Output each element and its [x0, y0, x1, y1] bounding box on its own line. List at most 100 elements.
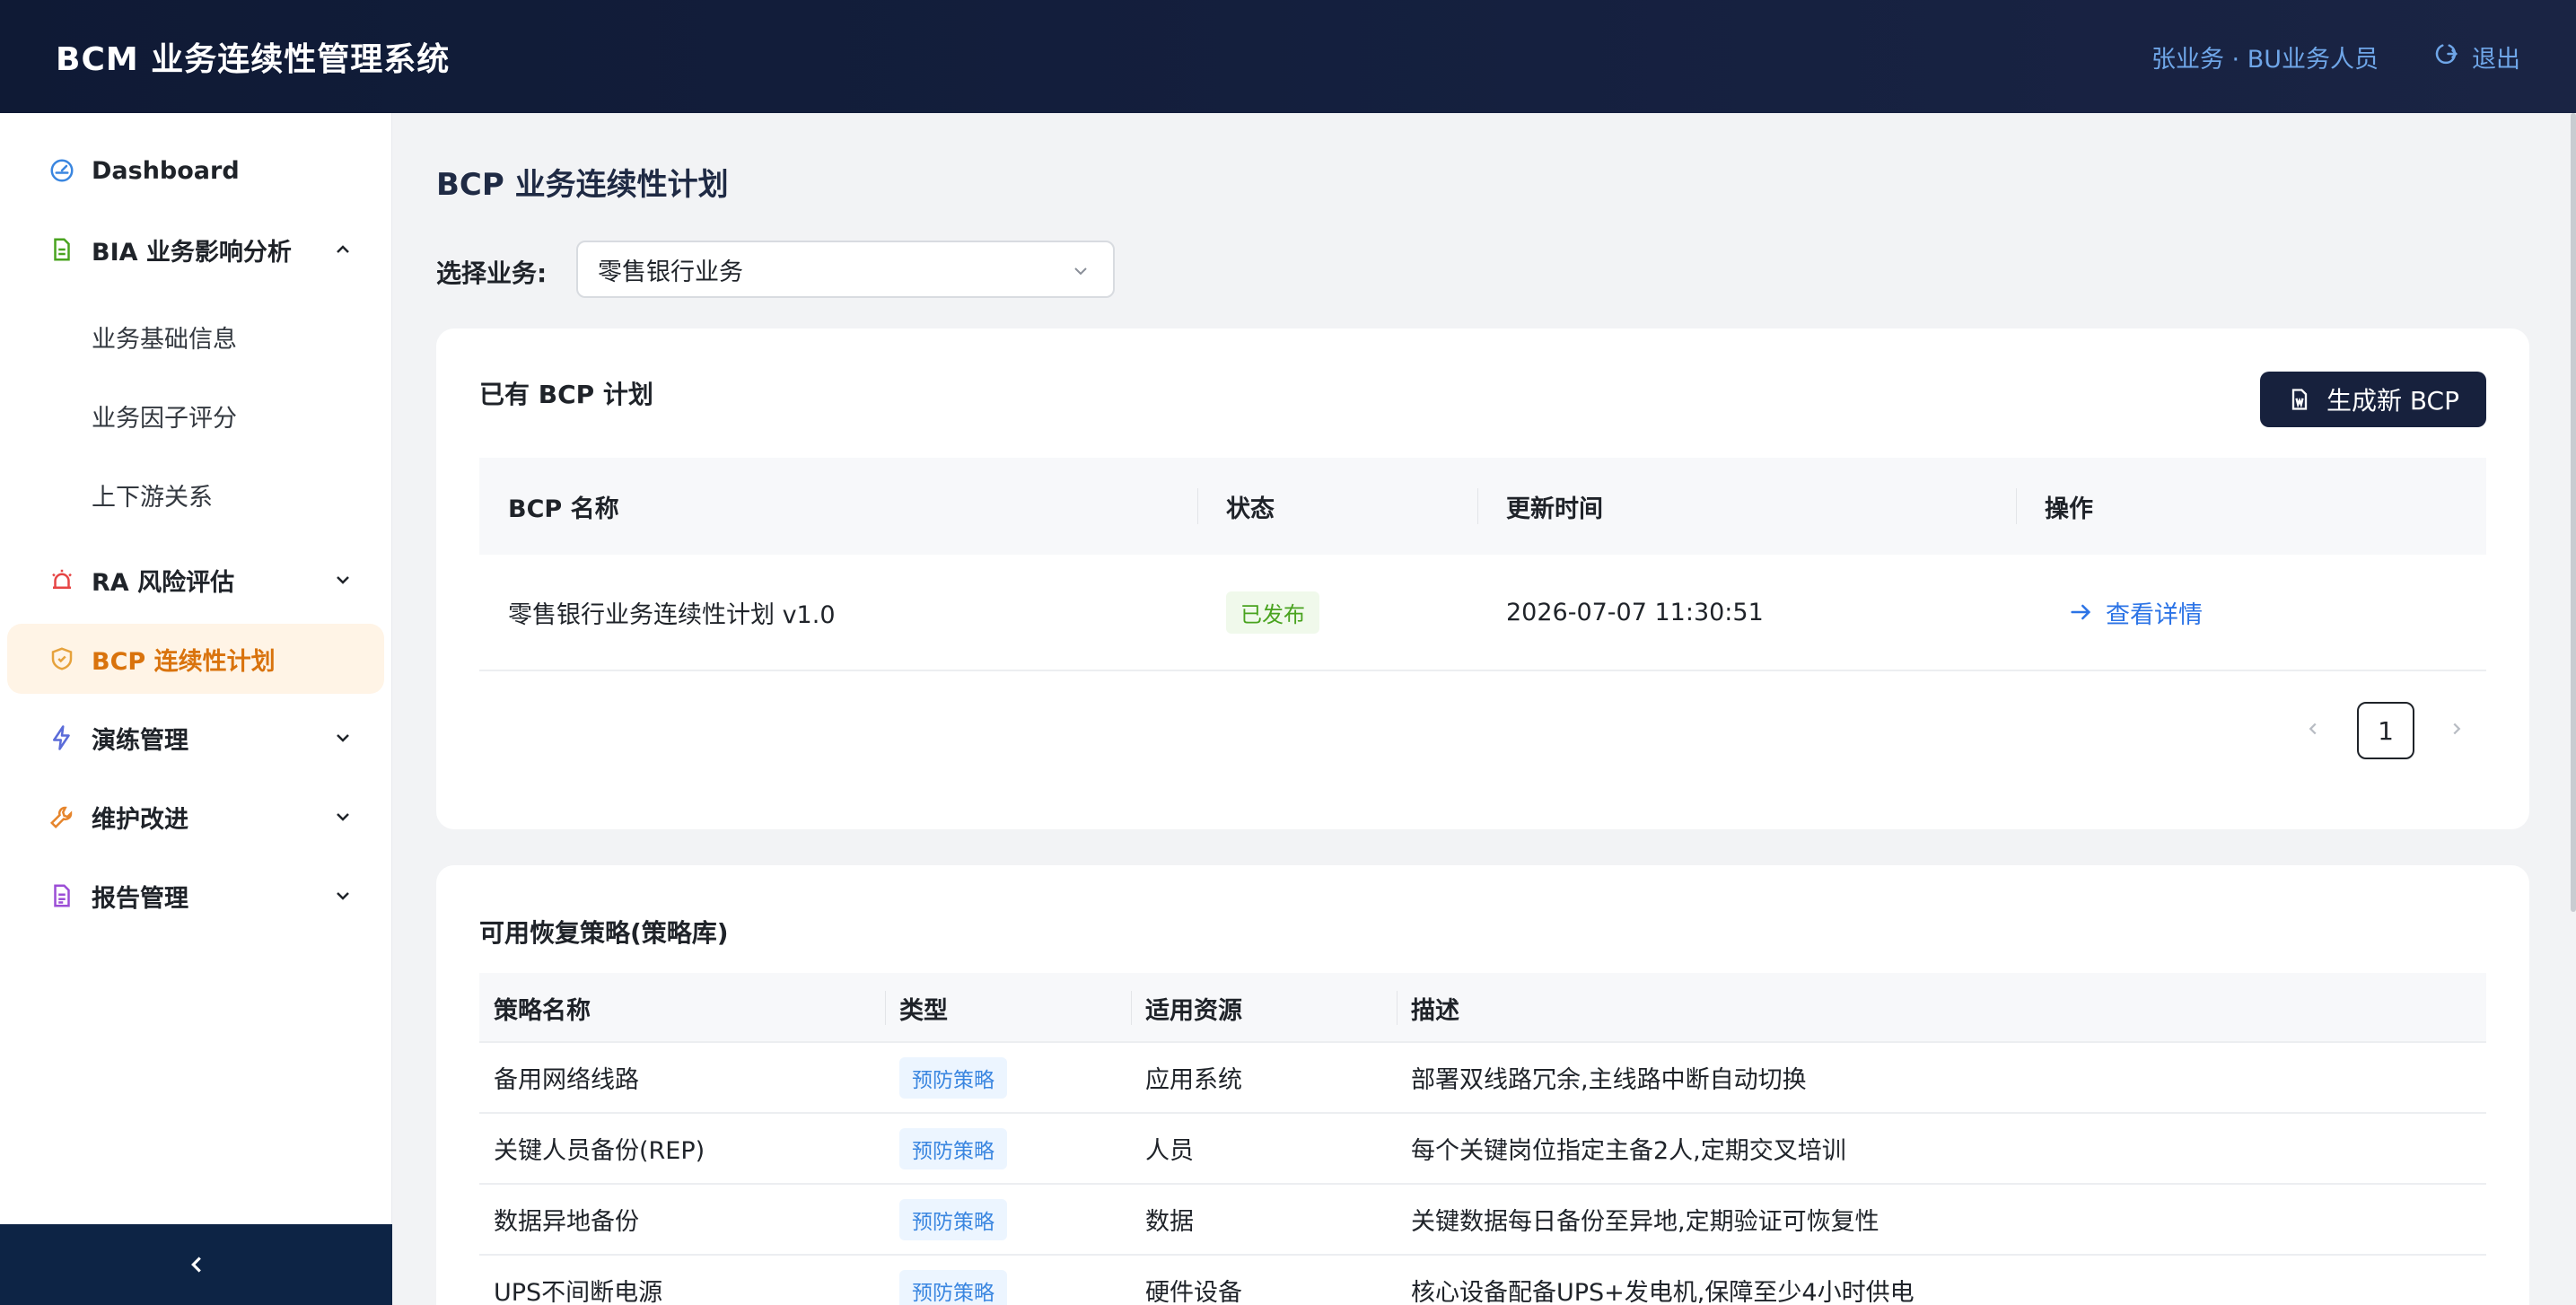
column-header: 类型 — [899, 996, 948, 1025]
bcp-plans-card: 已有 BCP 计划 生成新 BCP BCP 名称 状态 更新时间 操作 零售银行… — [436, 328, 2529, 829]
chevron-left-icon[interactable] — [2303, 719, 2323, 739]
logout-icon — [2432, 40, 2459, 74]
sidebar-subitem-basic-info[interactable]: 业务基础信息 — [92, 320, 237, 355]
logout-label: 退出 — [2472, 45, 2520, 74]
sidebar-item-bia[interactable]: BIA 业务影响分析 — [7, 215, 384, 285]
sidebar-collapse-button[interactable] — [0, 1224, 392, 1305]
sidebar-item-label: RA 风险评估 — [92, 568, 235, 597]
top-header: BCM 业务连续性管理系统 张业务 · BU业务人员 退出 — [0, 0, 2576, 113]
type-badge: 预防策略 — [899, 1127, 1007, 1169]
type-cell: 预防策略 — [899, 1114, 1007, 1183]
column-divider — [885, 991, 886, 1025]
column-divider — [1397, 991, 1398, 1025]
wrench-icon — [47, 801, 77, 832]
type-badge: 预防策略 — [899, 1198, 1007, 1240]
column-header: 状态 — [1226, 495, 1275, 523]
table-row: 备用网络线路 预防策略 应用系统 部署双线路冗余,主线路中断自动切换 — [479, 1043, 2486, 1114]
type-cell: 预防策略 — [899, 1185, 1007, 1254]
column-divider — [1131, 991, 1132, 1025]
page-title: BCP 业务连续性计划 — [436, 167, 729, 203]
strategy-name: UPS不间断电源 — [494, 1279, 663, 1305]
report-icon — [47, 880, 77, 911]
alarm-icon — [47, 565, 77, 595]
description: 关键数据每日备份至异地,定期验证可恢复性 — [1411, 1208, 1879, 1236]
column-header: 描述 — [1411, 996, 1459, 1025]
column-divider — [1197, 488, 1198, 524]
resource: 硬件设备 — [1145, 1279, 1242, 1305]
column-divider — [2016, 488, 2017, 524]
strategy-table-header: 策略名称 类型 适用资源 描述 — [479, 973, 2486, 1043]
resource: 应用系统 — [1145, 1066, 1242, 1094]
description: 每个关键岗位指定主备2人,定期交叉培训 — [1411, 1137, 1846, 1165]
dashboard-icon — [47, 155, 77, 186]
business-select[interactable]: 零售银行业务 — [576, 241, 1115, 298]
strategy-library-card: 可用恢复策略(策略库) 策略名称 类型 适用资源 描述 备用网络线路 预防策略 … — [436, 865, 2529, 1305]
page-scrollbar[interactable] — [2571, 113, 2576, 912]
current-user: 张业务 · BU业务人员 — [2151, 45, 2379, 74]
business-select-label: 选择业务: — [436, 258, 548, 288]
sidebar-item-label: Dashboard — [92, 156, 240, 185]
sidebar-item-label: BCP 连续性计划 — [92, 647, 276, 676]
chevron-up-icon — [337, 245, 349, 253]
status-cell: 已发布 — [1226, 555, 1319, 670]
sidebar-item-ra[interactable]: RA 风险评估 — [7, 545, 384, 615]
column-header: 策略名称 — [494, 996, 591, 1025]
sidebar-item-drill[interactable]: 演练管理 — [7, 703, 384, 773]
generate-bcp-label: 生成新 BCP — [2326, 386, 2459, 416]
lightning-icon — [47, 723, 77, 753]
chevron-down-icon — [337, 734, 349, 742]
header-right: 张业务 · BU业务人员 退出 — [2151, 39, 2520, 74]
column-divider — [1477, 488, 1478, 524]
sidebar-subitem-upstream-downstream[interactable]: 上下游关系 — [92, 477, 213, 512]
sidebar-item-label: 演练管理 — [92, 726, 188, 755]
resource: 人员 — [1145, 1137, 1194, 1165]
resource: 数据 — [1145, 1208, 1194, 1236]
pagination-page[interactable]: 1 — [2357, 702, 2414, 759]
description: 部署双线路冗余,主线路中断自动切换 — [1411, 1066, 1807, 1094]
action-cell: 查看详情 — [2068, 555, 2203, 670]
table-row: UPS不间断电源 预防策略 硬件设备 核心设备配备UPS+发电机,保障至少4小时… — [479, 1256, 2486, 1305]
table-row: 关键人员备份(REP) 预防策略 人员 每个关键岗位指定主备2人,定期交叉培训 — [479, 1114, 2486, 1185]
generate-bcp-button[interactable]: 生成新 BCP — [2259, 372, 2486, 427]
sidebar-subitem-factor-score[interactable]: 业务因子评分 — [92, 399, 237, 434]
sidebar-item-label: 报告管理 — [92, 884, 188, 913]
column-header: 适用资源 — [1145, 996, 1242, 1025]
chevron-left-icon — [190, 1257, 201, 1273]
word-document-icon — [2291, 389, 2308, 410]
view-details-label: 查看详情 — [2106, 600, 2203, 629]
logout-button[interactable]: 退出 — [2432, 39, 2520, 74]
column-header: 操作 — [2045, 495, 2093, 523]
document-icon — [47, 234, 77, 265]
strategy-name: 关键人员备份(REP) — [494, 1137, 705, 1165]
sidebar-item-dashboard[interactable]: Dashboard — [7, 136, 384, 206]
column-header: BCP 名称 — [508, 495, 619, 523]
sidebar-item-bcp[interactable]: BCP 连续性计划 — [7, 624, 384, 694]
type-cell: 预防策略 — [899, 1256, 1007, 1305]
sidebar-item-maintenance[interactable]: 维护改进 — [7, 782, 384, 852]
description: 核心设备配备UPS+发电机,保障至少4小时供电 — [1411, 1279, 1914, 1305]
bcp-plans-title: 已有 BCP 计划 — [479, 380, 653, 409]
strategy-name: 数据异地备份 — [494, 1208, 639, 1236]
chevron-down-icon — [337, 892, 349, 900]
chevron-down-icon — [337, 576, 349, 584]
sidebar-item-report[interactable]: 报告管理 — [7, 861, 384, 931]
strategy-library-title: 可用恢复策略(策略库) — [479, 918, 729, 948]
type-cell: 预防策略 — [899, 1043, 1007, 1112]
updated-time: 2026-07-07 11:30:51 — [1506, 598, 1764, 626]
chevron-right-icon[interactable] — [2447, 719, 2466, 739]
sidebar-item-label: BIA 业务影响分析 — [92, 238, 292, 267]
column-header: 更新时间 — [1506, 495, 1603, 523]
table-row: 零售银行业务连续性计划 v1.0 已发布 2026-07-07 11:30:51… — [479, 555, 2486, 671]
app-title: BCM 业务连续性管理系统 — [56, 41, 451, 78]
business-select-value: 零售银行业务 — [598, 258, 743, 286]
view-details-link[interactable]: 查看详情 — [2068, 595, 2203, 630]
shield-icon — [47, 644, 77, 674]
bcp-name: 零售银行业务连续性计划 v1.0 — [508, 600, 836, 629]
bcp-table-header: BCP 名称 状态 更新时间 操作 — [479, 458, 2486, 555]
sidebar-item-label: 维护改进 — [92, 805, 188, 834]
type-badge: 预防策略 — [899, 1056, 1007, 1099]
chevron-down-icon — [1074, 267, 1087, 276]
arrow-right-icon — [2071, 604, 2091, 620]
strategy-name: 备用网络线路 — [494, 1066, 639, 1094]
sidebar: Dashboard BIA 业务影响分析 业务基础信息 业务因子评分 上下游关系… — [0, 113, 392, 1305]
